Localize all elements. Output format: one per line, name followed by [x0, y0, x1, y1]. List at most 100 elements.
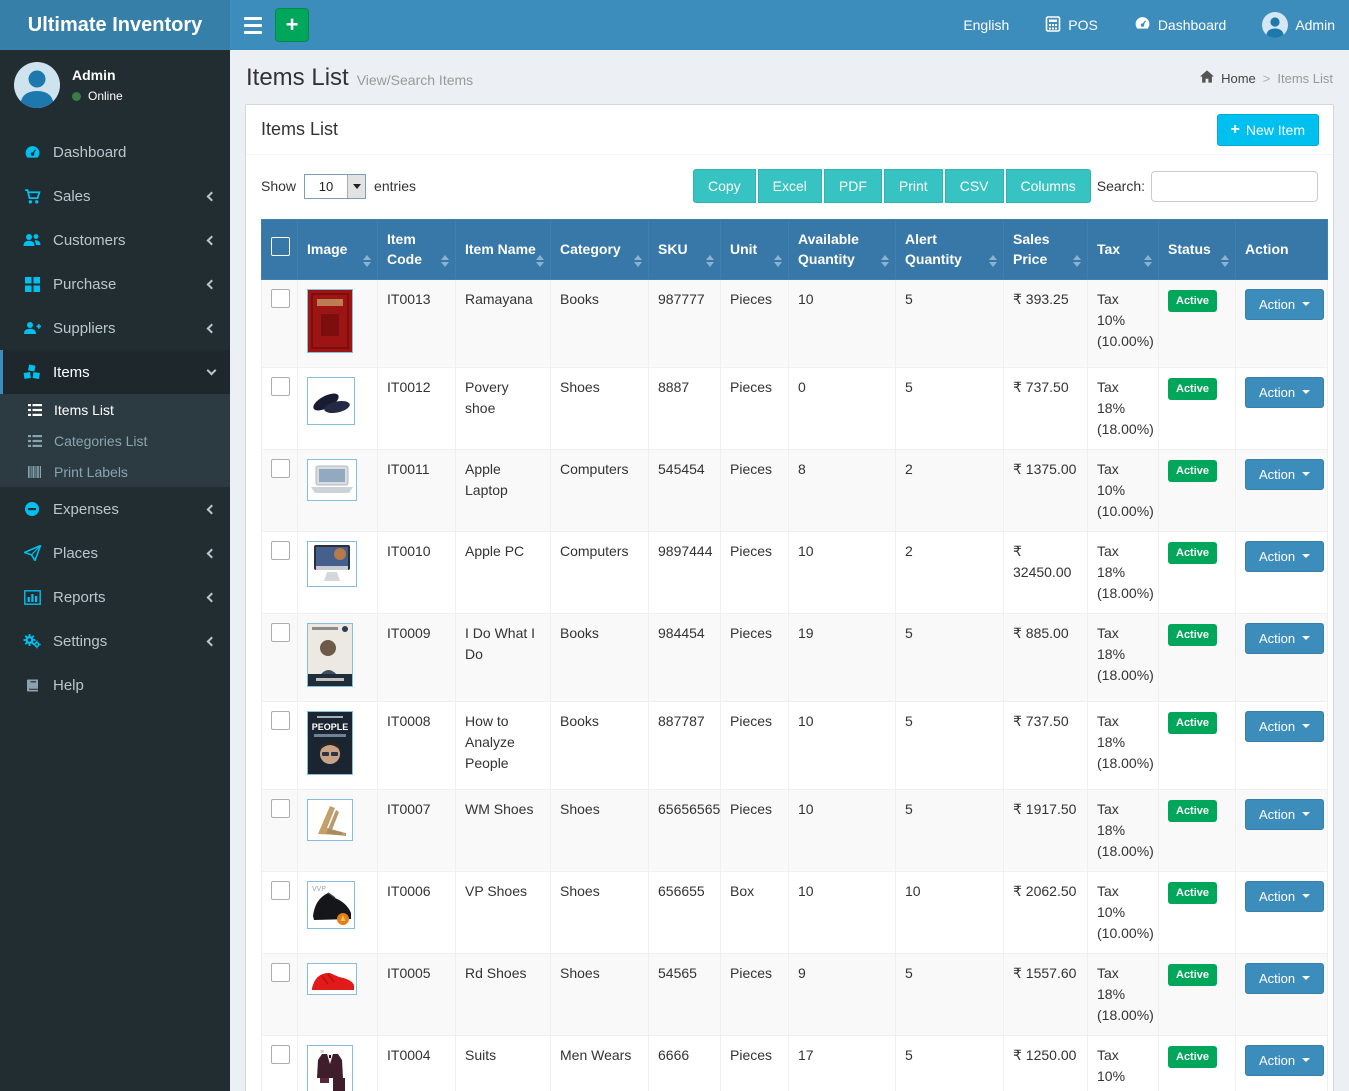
top-navbar: Ultimate Inventory + English POS Dashboa…	[0, 0, 1349, 50]
action-button[interactable]: Action	[1245, 377, 1324, 408]
item-image-black-sneaker[interactable]: VVP	[307, 881, 355, 929]
item-image-formal-shoes[interactable]	[307, 377, 355, 425]
sidebar-item-sales[interactable]: Sales	[0, 174, 230, 218]
action-button[interactable]: Action	[1245, 881, 1324, 912]
user-menu[interactable]: Admin	[1248, 0, 1349, 50]
app-logo[interactable]: Ultimate Inventory	[0, 0, 230, 50]
sidebar: Admin Online Dashboard Sales Customers P…	[0, 50, 230, 1091]
copy-button[interactable]: Copy	[693, 169, 756, 203]
row-checkbox[interactable]	[271, 1045, 290, 1064]
sort-icon	[634, 255, 642, 267]
action-button[interactable]: Action	[1245, 459, 1324, 490]
sidebar-subitem-categories-list[interactable]: Categories List	[0, 425, 230, 456]
sidebar-toggle-button[interactable]	[230, 0, 275, 50]
sort-icon	[881, 255, 889, 267]
columns-button[interactable]: Columns	[1006, 169, 1091, 203]
column-header-item-name[interactable]: Item Name	[456, 220, 551, 280]
quick-add-button[interactable]: +	[275, 8, 309, 42]
sidebar-item-dashboard[interactable]: Dashboard	[0, 130, 230, 174]
page-length-select[interactable]: 10	[304, 174, 366, 199]
sidebar-subitem-print-labels[interactable]: Print Labels	[0, 456, 230, 487]
column-header-sales-price[interactable]: Sales Price	[1004, 220, 1088, 280]
sidebar-item-help[interactable]: Help	[0, 663, 230, 707]
table-header-row: Image Item Code Item Name Category SKU U…	[262, 220, 1328, 280]
dashboard-menu[interactable]: Dashboard	[1120, 0, 1241, 50]
table-row: VVP IT0006 VP Shoes Shoes 656655 Box 10 …	[262, 871, 1328, 953]
search-input[interactable]	[1151, 171, 1318, 202]
sidebar-item-items[interactable]: Items	[0, 350, 230, 394]
breadcrumb-home[interactable]: Home	[1221, 71, 1256, 86]
item-image-apple-laptop[interactable]	[307, 459, 357, 501]
chevron-left-icon	[207, 279, 217, 289]
sidebar-user-status[interactable]: Online	[72, 89, 123, 103]
alert-quantity-cell: 5	[896, 789, 1004, 871]
sidebar-item-settings[interactable]: Settings	[0, 619, 230, 663]
action-button[interactable]: Action	[1245, 623, 1324, 654]
sort-icon	[1221, 255, 1229, 267]
sidebar-subitem-items-list[interactable]: Items List	[0, 394, 230, 425]
print-button[interactable]: Print	[884, 169, 943, 203]
row-checkbox[interactable]	[271, 711, 290, 730]
column-header-category[interactable]: Category	[551, 220, 649, 280]
sidebar-item-reports[interactable]: Reports	[0, 575, 230, 619]
row-checkbox[interactable]	[271, 881, 290, 900]
select-all-header	[262, 220, 298, 280]
column-header-alert-quantity[interactable]: Alert Quantity	[896, 220, 1004, 280]
sku-cell: 887787	[649, 701, 721, 789]
column-header-image[interactable]: Image	[298, 220, 378, 280]
sku-cell: 6666	[649, 1035, 721, 1091]
status-badge: Active	[1168, 712, 1217, 735]
unit-cell: Pieces	[721, 613, 789, 701]
item-code-cell: IT0005	[378, 953, 456, 1035]
alert-quantity-cell: 5	[896, 613, 1004, 701]
column-header-item-code[interactable]: Item Code	[378, 220, 456, 280]
sidebar-item-customers[interactable]: Customers	[0, 218, 230, 262]
sku-cell: 54565	[649, 953, 721, 1035]
action-button[interactable]: Action	[1245, 1045, 1324, 1076]
column-header-tax[interactable]: Tax	[1088, 220, 1159, 280]
new-item-button[interactable]: + New Item	[1217, 114, 1319, 146]
item-image-maroon-suit[interactable]: ≋	[307, 1045, 353, 1091]
item-image-apple-imac[interactable]	[307, 541, 357, 587]
column-header-sku[interactable]: SKU	[649, 220, 721, 280]
pos-menu[interactable]: POS	[1031, 0, 1112, 50]
item-name-cell: Apple PC	[456, 531, 551, 613]
row-checkbox[interactable]	[271, 799, 290, 818]
column-header-status[interactable]: Status	[1159, 220, 1236, 280]
user-plus-icon	[20, 320, 44, 336]
column-header-available-quantity[interactable]: Available Quantity	[789, 220, 896, 280]
row-checkbox[interactable]	[271, 623, 290, 642]
action-button[interactable]: Action	[1245, 963, 1324, 994]
csv-button[interactable]: CSV	[945, 169, 1004, 203]
breadcrumb-current: Items List	[1277, 71, 1333, 86]
column-header-unit[interactable]: Unit	[721, 220, 789, 280]
action-button[interactable]: Action	[1245, 711, 1324, 742]
excel-button[interactable]: Excel	[758, 169, 822, 203]
item-code-cell: IT0006	[378, 871, 456, 953]
sidebar-item-expenses[interactable]: Expenses	[0, 487, 230, 531]
row-checkbox[interactable]	[271, 459, 290, 478]
item-image-red-book-cover[interactable]	[307, 289, 353, 353]
sidebar-item-purchase[interactable]: Purchase	[0, 262, 230, 306]
item-image-heeled-shoes[interactable]	[307, 799, 353, 841]
table-row: IT0011 Apple Laptop Computers 545454 Pie…	[262, 449, 1328, 531]
action-button[interactable]: Action	[1245, 799, 1324, 830]
row-checkbox[interactable]	[271, 541, 290, 560]
sku-cell: 8887	[649, 367, 721, 449]
sidebar-item-places[interactable]: Places	[0, 531, 230, 575]
pdf-button[interactable]: PDF	[824, 169, 882, 203]
category-cell: Shoes	[551, 367, 649, 449]
row-checkbox[interactable]	[271, 377, 290, 396]
action-button[interactable]: Action	[1245, 289, 1324, 320]
sidebar-item-suppliers[interactable]: Suppliers	[0, 306, 230, 350]
item-image-red-sneaker[interactable]	[307, 963, 357, 995]
select-all-checkbox[interactable]	[271, 237, 290, 256]
item-image-i-do-what-i-do-book-cover[interactable]	[307, 623, 353, 687]
language-menu[interactable]: English	[949, 0, 1023, 50]
item-image-how-to-analyze-people-book-cover[interactable]: PEOPLE	[307, 711, 353, 775]
sort-icon	[1144, 255, 1152, 267]
row-checkbox[interactable]	[271, 963, 290, 982]
row-checkbox[interactable]	[271, 289, 290, 308]
item-code-cell: IT0012	[378, 367, 456, 449]
action-button[interactable]: Action	[1245, 541, 1324, 572]
